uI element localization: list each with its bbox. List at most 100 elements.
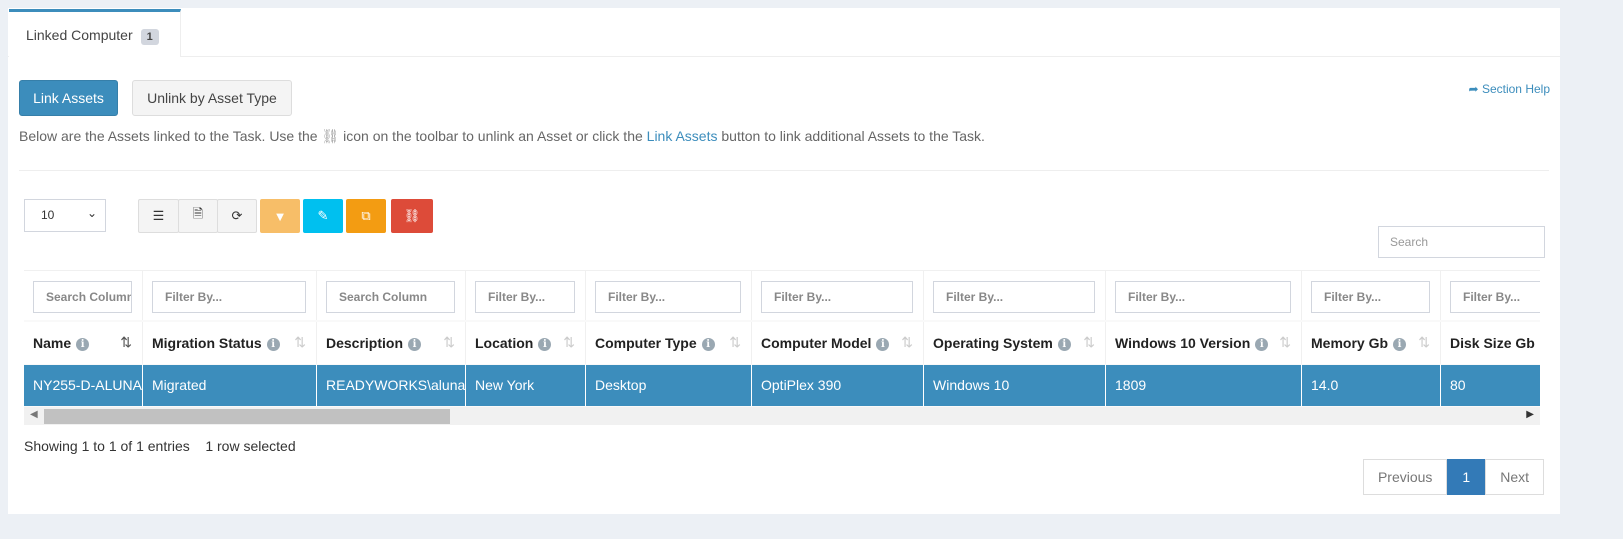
- unlink-by-asset-type-button[interactable]: Unlink by Asset Type: [132, 80, 292, 116]
- count-badge: 1: [140, 29, 159, 45]
- column-header[interactable]: Windows 10 Version i ⇅: [1106, 322, 1302, 364]
- info-icon[interactable]: i: [1393, 338, 1407, 351]
- divider: [19, 170, 1549, 171]
- info-icon[interactable]: i: [266, 338, 280, 351]
- table-cell[interactable]: 14.0: [1302, 365, 1441, 406]
- column-windows-10-version: Filter By... Windows 10 Version i ⇅ 1809: [1106, 270, 1302, 406]
- column-description: Search Column Description i ⇅ READYWORKS\alu…: [317, 270, 466, 406]
- column-header[interactable]: Memory Gb i ⇅: [1302, 322, 1441, 364]
- list-icon: ☰: [152, 208, 165, 223]
- sort-desc-icon[interactable]: ⇅: [120, 334, 132, 351]
- scroll-left-icon[interactable]: ◀: [30, 409, 38, 420]
- filter-cell: Filter By...: [1441, 270, 1540, 320]
- column-filter-input[interactable]: Filter By...: [152, 281, 306, 313]
- share-icon: ➦: [1468, 82, 1479, 96]
- column-filter-input[interactable]: Filter By...: [1450, 281, 1540, 313]
- filter-cell: Search Column: [317, 270, 466, 320]
- column-disk-size-gb: Filter By... Disk Size Gbi80: [1441, 270, 1540, 406]
- table-cell[interactable]: Windows 10: [924, 365, 1106, 406]
- tab-bar: Linked Computer 1: [8, 8, 1560, 57]
- column-computer-model: Filter By... Computer Model i ⇅ OptiPlex 390: [752, 270, 924, 406]
- sort-icon[interactable]: ⇅: [1083, 334, 1095, 351]
- copy-button[interactable]: ⧉: [346, 199, 386, 233]
- column-filter-input[interactable]: Filter By...: [761, 281, 913, 313]
- column-header[interactable]: Description i ⇅: [317, 322, 466, 364]
- column-operating-system: Filter By... Operating System i ⇅ Windows 10: [924, 270, 1106, 406]
- filter-cell: Filter By...: [924, 270, 1106, 320]
- linked-assets-panel: Linked Computer 1 Link Assets Unlink by A…: [8, 8, 1560, 514]
- filter-cell: Filter By...: [752, 270, 924, 320]
- column-header[interactable]: Operating System i ⇅: [924, 322, 1106, 364]
- info-icon[interactable]: i: [876, 338, 890, 351]
- unlink-icon: ⛓: [403, 208, 421, 223]
- pencil-icon: ✎: [317, 208, 329, 223]
- sort-icon[interactable]: ⇅: [1418, 334, 1430, 351]
- description-text: Below are the Assets linked to the Task.…: [19, 128, 985, 144]
- info-icon[interactable]: i: [1057, 338, 1071, 351]
- table-cell[interactable]: NY255-D-ALUNA: [24, 365, 143, 406]
- link-assets-link[interactable]: Link Assets: [647, 128, 718, 144]
- column-header[interactable]: Disk Size Gbi: [1441, 322, 1540, 364]
- column-name: Search Column Name i ⇅ NY255-D-ALUNA: [24, 270, 143, 406]
- column-header[interactable]: Computer Model i ⇅: [752, 322, 924, 364]
- filter-cell: Filter By...: [466, 270, 586, 320]
- column-filter-input[interactable]: Filter By...: [1115, 281, 1291, 313]
- previous-button[interactable]: Previous: [1362, 459, 1448, 495]
- info-icon[interactable]: i: [76, 338, 90, 351]
- next-button[interactable]: Next: [1485, 459, 1544, 495]
- column-header[interactable]: Migration Status i ⇅: [143, 322, 317, 364]
- horizontal-scrollbar[interactable]: ◀ ▶: [24, 407, 1540, 425]
- list-button[interactable]: ☰: [138, 199, 179, 233]
- table-cell[interactable]: READYWORKS\aluna: [317, 365, 466, 406]
- column-header[interactable]: Location i ⇅: [466, 322, 586, 364]
- sort-icon[interactable]: ⇅: [563, 334, 575, 351]
- refresh-icon: ⟳: [231, 208, 243, 223]
- info-icon[interactable]: i: [1255, 338, 1269, 351]
- filter-cell: Filter By...: [143, 270, 317, 320]
- section-help-link[interactable]: ➦ Section Help: [1469, 82, 1550, 96]
- table-cell[interactable]: New York: [466, 365, 586, 406]
- tab-linked-computer[interactable]: Linked Computer 1: [9, 9, 181, 57]
- column-location: Filter By... Location i ⇅ New York: [466, 270, 586, 406]
- column-filter-input[interactable]: Filter By...: [475, 281, 575, 313]
- info-icon[interactable]: i: [701, 338, 715, 351]
- column-migration-status: Filter By... Migration Status i ⇅ Migrated: [143, 270, 317, 406]
- link-assets-button[interactable]: Link Assets: [19, 80, 118, 116]
- sort-icon[interactable]: ⇅: [1279, 334, 1291, 351]
- section-help-label: Section Help: [1481, 82, 1550, 96]
- chevron-down-icon: ⌄: [86, 206, 97, 220]
- scroll-right-icon[interactable]: ▶: [1526, 409, 1534, 420]
- excel-button[interactable]: 🗎: [178, 199, 218, 233]
- assets-table: Search Column Name i ⇅ NY255-D-ALUNA Filter B…: [24, 270, 1540, 425]
- filter-cell: Filter By...: [1106, 270, 1302, 320]
- scrollbar-thumb[interactable]: [44, 409, 450, 424]
- pencil-button[interactable]: ✎: [303, 199, 343, 233]
- search-input[interactable]: Search: [1378, 226, 1545, 258]
- column-filter-input[interactable]: Filter By...: [595, 281, 741, 313]
- column-header[interactable]: Name i ⇅: [24, 322, 143, 364]
- table-cell[interactable]: Desktop: [586, 365, 752, 406]
- sort-icon[interactable]: ⇅: [729, 334, 741, 351]
- filter-button[interactable]: ▼: [260, 199, 300, 233]
- sort-icon[interactable]: ⇅: [901, 334, 913, 351]
- info-icon[interactable]: i: [538, 338, 552, 351]
- table-cell[interactable]: 80: [1441, 365, 1540, 406]
- column-computer-type: Filter By... Computer Type i ⇅ Desktop: [586, 270, 752, 406]
- sort-icon[interactable]: ⇅: [294, 334, 306, 351]
- sort-icon[interactable]: ⇅: [443, 334, 455, 351]
- column-filter-input[interactable]: Search Column: [326, 281, 455, 313]
- page-length-select[interactable]: 10 ⌄: [24, 199, 106, 232]
- table-cell[interactable]: Migrated: [143, 365, 317, 406]
- column-filter-input[interactable]: Filter By...: [1311, 281, 1430, 313]
- refresh-button[interactable]: ⟳: [217, 199, 257, 233]
- table-cell[interactable]: OptiPlex 390: [752, 365, 924, 406]
- info-icon[interactable]: i: [408, 338, 422, 351]
- column-filter-input[interactable]: Search Column: [33, 281, 132, 313]
- excel-icon: 🗎: [192, 206, 204, 221]
- pagination: Previous 1 Next: [1362, 459, 1544, 495]
- unlink-button[interactable]: ⛓: [391, 199, 433, 233]
- page-1-button[interactable]: 1: [1447, 459, 1486, 495]
- table-cell[interactable]: 1809: [1106, 365, 1302, 406]
- column-filter-input[interactable]: Filter By...: [933, 281, 1095, 313]
- column-header[interactable]: Computer Type i ⇅: [586, 322, 752, 364]
